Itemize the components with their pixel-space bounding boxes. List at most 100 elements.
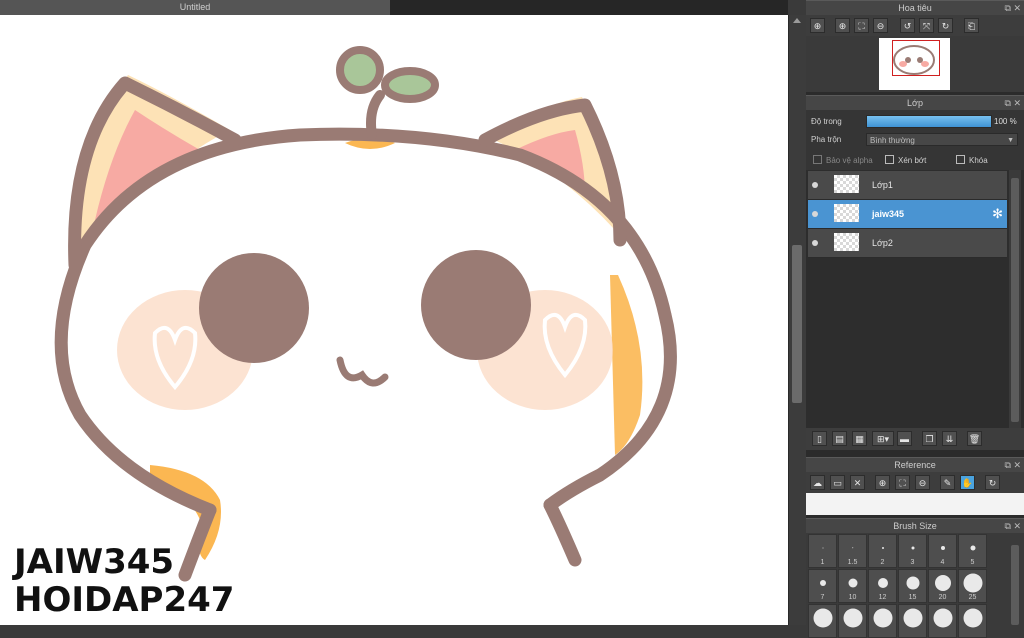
- brush-size-cell[interactable]: 4: [928, 534, 957, 568]
- brush-dot-icon: [881, 546, 884, 549]
- protect-alpha-checkbox[interactable]: Bảo vệ alpha: [813, 155, 873, 165]
- blend-mode-select[interactable]: Bình thường ▼: [866, 133, 1018, 146]
- reset-icon[interactable]: ⎗: [964, 18, 979, 33]
- zoom-out-icon[interactable]: ⊖: [915, 475, 930, 490]
- reference-toolbar: ☁ ▭ ✕ ⊕ ⛶ ⊖ ✎ ✋ ↻: [806, 472, 1024, 493]
- layer-name: Lớp1: [872, 180, 893, 190]
- clipping-checkbox[interactable]: Xén bớt: [885, 155, 926, 165]
- chevron-down-icon: ▼: [1007, 137, 1014, 144]
- layer-row[interactable]: Lớp1: [808, 171, 1007, 200]
- brush-dot-icon: [873, 608, 892, 628]
- brush-dot-icon: [934, 574, 951, 591]
- brush-size-cell[interactable]: [868, 604, 897, 638]
- scrollbar-thumb[interactable]: [792, 245, 802, 403]
- fit-icon[interactable]: ⛶: [895, 475, 910, 490]
- blend-label: Pha trộn: [811, 135, 842, 144]
- brush-size-label: 10: [848, 594, 857, 601]
- brush-size-label: 12: [878, 594, 887, 601]
- rotate-icon[interactable]: ↻: [985, 475, 1000, 490]
- layer-thumbnail: [834, 233, 859, 251]
- eyedropper-icon[interactable]: ✎: [940, 475, 955, 490]
- brush-size-cell[interactable]: 7: [808, 569, 837, 603]
- layer-row[interactable]: Lớp2: [808, 229, 1007, 258]
- brush-dot-icon: [877, 577, 888, 588]
- hand-icon[interactable]: ✋: [960, 475, 975, 490]
- visibility-icon[interactable]: [812, 240, 818, 246]
- brush-size-label: 4: [940, 559, 945, 566]
- brush-scrollbar[interactable]: [1009, 533, 1021, 625]
- open-folder-icon[interactable]: ▭: [830, 475, 845, 490]
- watermark-line1: JAIW345: [14, 542, 175, 582]
- layer-row-selected[interactable]: jaiw345 ✻: [808, 200, 1007, 229]
- brush-size-cell[interactable]: 10: [838, 569, 867, 603]
- zoom-in-icon[interactable]: ⊕: [810, 18, 825, 33]
- brush-size-cell[interactable]: 12: [868, 569, 897, 603]
- new-raster-layer-icon[interactable]: ▤: [832, 431, 847, 446]
- brush-size-cell[interactable]: [928, 604, 957, 638]
- protect-alpha-label: Bảo vệ alpha: [826, 156, 873, 165]
- brush-size-cell[interactable]: 1.5: [838, 534, 867, 568]
- brush-dot-icon: [906, 576, 919, 590]
- drawing-canvas[interactable]: JAIW345 HOIDAP247: [0, 15, 788, 625]
- new-layer-icon[interactable]: ▯: [812, 431, 827, 446]
- scrollbar-thumb[interactable]: [1011, 545, 1019, 625]
- brush-size-grid: 1 1.5 2 3 4 5 7 10 12 15 20 25: [806, 533, 1024, 638]
- layer-scrollbar[interactable]: [1009, 170, 1021, 428]
- layer-thumbnail: [834, 175, 859, 193]
- brush-size-cell[interactable]: 20: [928, 569, 957, 603]
- cloud-icon[interactable]: ☁: [810, 475, 825, 490]
- merge-layer-icon[interactable]: ⇊: [942, 431, 957, 446]
- rotate-left-icon[interactable]: ↺: [900, 18, 915, 33]
- zoom-in-icon[interactable]: ⊕: [835, 18, 850, 33]
- brush-dot-icon: [970, 545, 975, 551]
- panel-window-buttons[interactable]: ⧉ ✕: [1005, 1, 1021, 15]
- zoom-out-icon[interactable]: ⊖: [873, 18, 888, 33]
- brush-size-cell[interactable]: 15: [898, 569, 927, 603]
- panel-window-buttons[interactable]: ⧉ ✕: [1005, 519, 1021, 533]
- document-tab[interactable]: Untitled: [0, 0, 390, 16]
- right-panel: Hoa tiêu ⧉ ✕ ⊕ ⊕ ⛶ ⊖ ↺ ⤧ ↻ ⎗ Lớp ⧉ ✕ Độ …: [806, 0, 1024, 638]
- navigator-viewport-rect[interactable]: [892, 40, 940, 76]
- panel-window-buttons[interactable]: ⧉ ✕: [1005, 96, 1021, 110]
- reference-panel-title: Reference: [894, 460, 936, 470]
- trash-icon[interactable]: 🗑: [967, 431, 982, 446]
- add-layer-menu-icon[interactable]: ⊞▾: [872, 431, 894, 446]
- new-halftone-layer-icon[interactable]: ▦: [852, 431, 867, 446]
- navigator-thumbnail[interactable]: [879, 38, 950, 90]
- panel-window-buttons[interactable]: ⧉ ✕: [1005, 458, 1021, 472]
- zoom-in-icon[interactable]: ⊕: [875, 475, 890, 490]
- duplicate-layer-icon[interactable]: ❐: [922, 431, 937, 446]
- opacity-label: Độ trong: [811, 117, 842, 126]
- brush-size-cell[interactable]: [838, 604, 867, 638]
- brush-size-cell[interactable]: 3: [898, 534, 927, 568]
- brush-dot-icon: [940, 545, 945, 550]
- brush-size-cell[interactable]: [808, 604, 837, 638]
- rotate-right-icon[interactable]: ↻: [938, 18, 953, 33]
- navigator-preview[interactable]: [806, 36, 1024, 92]
- fit-icon[interactable]: ⛶: [854, 18, 869, 33]
- navigator-header: Hoa tiêu ⧉ ✕: [806, 0, 1024, 15]
- layer-thumbnail: [834, 204, 859, 222]
- lock-checkbox[interactable]: Khóa: [956, 155, 988, 165]
- brush-size-cell[interactable]: 1: [808, 534, 837, 568]
- folder-icon[interactable]: ▬: [897, 431, 912, 446]
- gear-icon[interactable]: ✻: [992, 206, 1003, 222]
- flip-icon[interactable]: ⤧: [919, 18, 934, 33]
- close-icon[interactable]: ✕: [850, 475, 865, 490]
- canvas-vertical-scrollbar[interactable]: [788, 15, 806, 625]
- reference-canvas[interactable]: [806, 493, 1024, 515]
- opacity-slider[interactable]: [866, 115, 992, 128]
- brush-size-cell[interactable]: 2: [868, 534, 897, 568]
- brush-size-cell[interactable]: [898, 604, 927, 638]
- scroll-up-icon[interactable]: [793, 18, 801, 23]
- visibility-icon[interactable]: [812, 211, 818, 217]
- lock-label: Khóa: [969, 156, 988, 165]
- scrollbar-thumb[interactable]: [1011, 178, 1019, 422]
- brush-size-cell[interactable]: 25: [958, 569, 987, 603]
- brush-size-cell[interactable]: 5: [958, 534, 987, 568]
- layer-panel-title: Lớp: [907, 98, 923, 108]
- navigator-toolbar: ⊕ ⊕ ⛶ ⊖ ↺ ⤧ ↻ ⎗: [806, 15, 1024, 36]
- brush-size-cell[interactable]: [958, 604, 987, 638]
- layer-panel-header: Lớp ⧉ ✕: [806, 95, 1024, 110]
- visibility-icon[interactable]: [812, 182, 818, 188]
